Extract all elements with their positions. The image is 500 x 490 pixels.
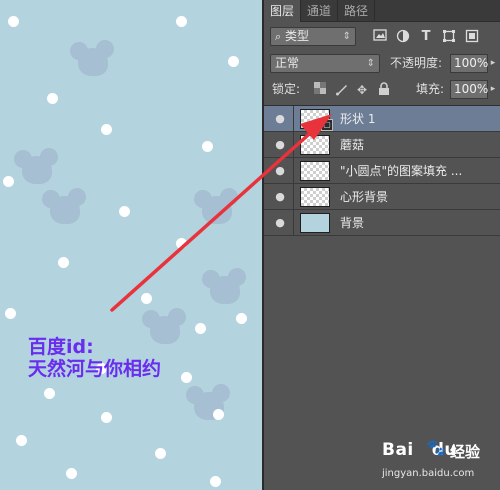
polka-dot: [16, 435, 27, 446]
layer-name: 蘑菇: [340, 138, 365, 152]
polka-dot: [195, 323, 206, 334]
opacity-slider-toggle[interactable]: ▸: [488, 54, 498, 73]
polka-dot: [47, 93, 58, 104]
polka-dot: [5, 308, 16, 319]
divider: [293, 106, 294, 132]
fill-label: 填充:: [416, 82, 445, 96]
polka-dot: [213, 409, 224, 420]
divider: [293, 184, 294, 210]
paw-icon: 🐾: [426, 438, 446, 457]
chevron-updown-icon: ⇕: [342, 31, 351, 42]
layer-thumbnail: [300, 187, 330, 207]
tab-paths[interactable]: 路径: [338, 0, 376, 22]
lock-transparent-icon[interactable]: [312, 82, 328, 98]
polka-dot: [210, 476, 221, 487]
layer-row-shape-1[interactable]: ● ▢ 形状 1: [264, 106, 500, 132]
lock-all-icon[interactable]: [376, 82, 392, 98]
divider: [293, 210, 294, 236]
jingyan-url: jingyan.baidu.com: [382, 468, 475, 479]
jingyan-label: 经验: [450, 443, 481, 461]
layer-name: 心形背景: [340, 190, 389, 204]
polka-dot: [8, 16, 19, 27]
polka-dot: [66, 468, 77, 479]
heart-shape: [194, 188, 238, 224]
panel-tabs: 图层 通道 路径: [264, 0, 500, 22]
layer-row-background[interactable]: ● 背景: [264, 210, 500, 236]
polka-dot: [181, 372, 192, 383]
polka-dot: [176, 238, 187, 249]
lock-label: 锁定:: [272, 82, 301, 96]
divider: [293, 132, 294, 158]
polka-dot: [236, 313, 247, 324]
layer-row-heart-background[interactable]: ● 心形背景: [264, 184, 500, 210]
polka-dot: [176, 16, 187, 27]
chevron-updown-icon: ⇕: [366, 58, 375, 69]
author-watermark: 百度id: 天然河与你相约: [28, 336, 161, 380]
document-canvas[interactable]: 百度id: 天然河与你相约: [0, 0, 262, 490]
shape-filter-icon[interactable]: [441, 29, 457, 45]
eye-icon[interactable]: ●: [268, 215, 292, 231]
layer-filter-dropdown[interactable]: ⌕ 类型 ⇕: [270, 27, 356, 46]
layers-list: ● ▢ 形状 1 ● 蘑菇 ● "小圆点"的图案填充 ... ● 心形背景 ●: [264, 105, 500, 236]
watermark-line-1: 百度id:: [28, 336, 94, 358]
heart-shape: [202, 268, 246, 304]
polka-dot: [44, 388, 55, 399]
adjustment-filter-icon[interactable]: [395, 29, 411, 45]
lock-image-icon[interactable]: [334, 82, 350, 98]
polka-dot: [101, 124, 112, 135]
polka-dot: [58, 257, 69, 268]
eye-icon[interactable]: ●: [268, 111, 292, 127]
heart-shape: [70, 40, 114, 76]
polka-dot: [228, 56, 239, 67]
tab-channels[interactable]: 通道: [301, 0, 339, 22]
polka-dot: [141, 293, 152, 304]
eye-icon[interactable]: ●: [268, 163, 292, 179]
polka-dot: [101, 412, 112, 423]
fill-slider-toggle[interactable]: ▸: [488, 80, 498, 99]
divider: [293, 158, 294, 184]
layer-row-mushroom[interactable]: ● 蘑菇: [264, 132, 500, 158]
layer-row-dot-pattern-fill[interactable]: ● "小圆点"的图案填充 ...: [264, 158, 500, 184]
layer-name: 背景: [340, 216, 365, 230]
layer-thumbnail: [300, 161, 330, 181]
filter-kind-value: 类型: [285, 29, 310, 43]
blend-mode-dropdown[interactable]: 正常 ⇕: [270, 54, 380, 73]
layer-name: 形状 1: [340, 112, 376, 126]
image-filter-icon[interactable]: [372, 29, 388, 45]
polka-dot: [119, 206, 130, 217]
polka-dot: [3, 176, 14, 187]
polka-dot: [202, 141, 213, 152]
shape-layer-icon: ▢: [321, 119, 333, 131]
eye-icon[interactable]: ●: [268, 189, 292, 205]
tab-layers[interactable]: 图层: [264, 0, 302, 22]
heart-shape: [14, 148, 58, 184]
layer-thumbnail: [300, 213, 330, 233]
layer-name: "小圆点"的图案填充 ...: [340, 164, 463, 178]
lock-position-icon[interactable]: ✥: [354, 82, 370, 98]
smart-object-filter-icon[interactable]: [464, 29, 480, 45]
baidu-jingyan-logo: Bai du 🐾 经验 jingyan.baidu.com: [382, 438, 498, 488]
fill-input[interactable]: 100%: [450, 80, 488, 99]
layer-thumbnail: ▢: [300, 109, 333, 131]
opacity-label: 不透明度:: [390, 56, 443, 70]
blend-mode-value: 正常: [275, 56, 300, 70]
search-icon: ⌕: [275, 30, 282, 43]
opacity-input[interactable]: 100%: [450, 54, 488, 73]
layer-thumbnail: [300, 135, 330, 155]
type-filter-icon[interactable]: T: [418, 29, 434, 45]
polka-dot: [155, 448, 166, 459]
watermark-line-2: 天然河与你相约: [28, 358, 162, 380]
eye-icon[interactable]: ●: [268, 137, 292, 153]
layers-panel: 图层 通道 路径 ⌕ 类型 ⇕ T 正常 ⇕ 不透明度: 100% ▸ 锁定: …: [262, 0, 500, 490]
heart-shape: [42, 188, 86, 224]
